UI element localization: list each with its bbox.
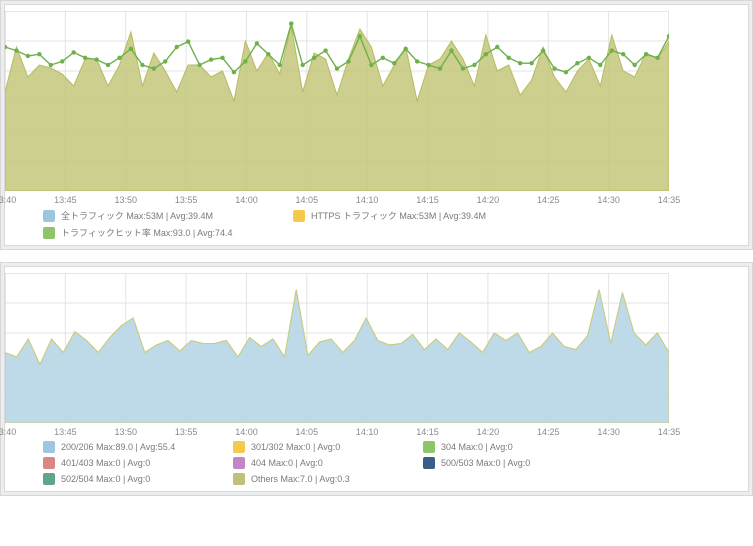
request-chart-panel: Request/分 (平均) 0.020.040.060.080.0100.01…: [0, 262, 753, 496]
legend-swatch-icon: [293, 210, 305, 222]
legend-label: 301/302 Max:0 | Avg:0: [251, 442, 340, 452]
legend-item: 502/504 Max:0 | Avg:0: [43, 473, 233, 485]
legend-item: トラフィックヒット率 Max:93.0 | Avg:74.4: [43, 226, 293, 239]
legend-label: HTTPS トラフィック Max:53M | Avg:39.4M: [311, 209, 486, 222]
legend-swatch-icon: [233, 473, 245, 485]
chart1-legend: 全トラフィック Max:53M | Avg:39.4M HTTPS トラフィック …: [43, 209, 738, 239]
legend-item: 304 Max:0 | Avg:0: [423, 441, 613, 453]
chart2-legend: 200/206 Max:89.0 | Avg:55.4 301/302 Max:0…: [43, 441, 738, 485]
legend-label: 404 Max:0 | Avg:0: [251, 458, 323, 468]
legend-swatch-icon: [43, 227, 55, 239]
legend-swatch-icon: [43, 473, 55, 485]
legend-swatch-icon: [233, 457, 245, 469]
request-chart: Request/分 (平均) 0.020.040.060.080.0100.01…: [5, 273, 749, 423]
legend-item: 全トラフィック Max:53M | Avg:39.4M: [43, 209, 293, 222]
legend-item: 200/206 Max:89.0 | Avg:55.4: [43, 441, 233, 453]
legend-item: 301/302 Max:0 | Avg:0: [233, 441, 423, 453]
legend-label: 500/503 Max:0 | Avg:0: [441, 458, 530, 468]
legend-label: Others Max:7.0 | Avg:0.3: [251, 474, 350, 484]
legend-item: HTTPS トラフィック Max:53M | Avg:39.4M: [293, 209, 543, 222]
traffic-chart: bps (ピーク) ヒット率 010M20M30M40M50M60M0%20%4…: [5, 11, 749, 191]
legend-swatch-icon: [233, 441, 245, 453]
legend-swatch-icon: [423, 441, 435, 453]
legend-label: 401/403 Max:0 | Avg:0: [61, 458, 150, 468]
legend-label: 200/206 Max:89.0 | Avg:55.4: [61, 442, 175, 452]
traffic-chart-panel: bps (ピーク) ヒット率 010M20M30M40M50M60M0%20%4…: [0, 0, 753, 250]
legend-swatch-icon: [423, 457, 435, 469]
legend-item: 401/403 Max:0 | Avg:0: [43, 457, 233, 469]
legend-label: 502/504 Max:0 | Avg:0: [61, 474, 150, 484]
legend-label: 全トラフィック Max:53M | Avg:39.4M: [61, 209, 213, 222]
legend-swatch-icon: [43, 457, 55, 469]
legend-item: 500/503 Max:0 | Avg:0: [423, 457, 613, 469]
legend-item: Others Max:7.0 | Avg:0.3: [233, 473, 423, 485]
legend-label: トラフィックヒット率 Max:93.0 | Avg:74.4: [61, 226, 233, 239]
legend-label: 304 Max:0 | Avg:0: [441, 442, 513, 452]
legend-swatch-icon: [43, 210, 55, 222]
legend-swatch-icon: [43, 441, 55, 453]
legend-item: 404 Max:0 | Avg:0: [233, 457, 423, 469]
